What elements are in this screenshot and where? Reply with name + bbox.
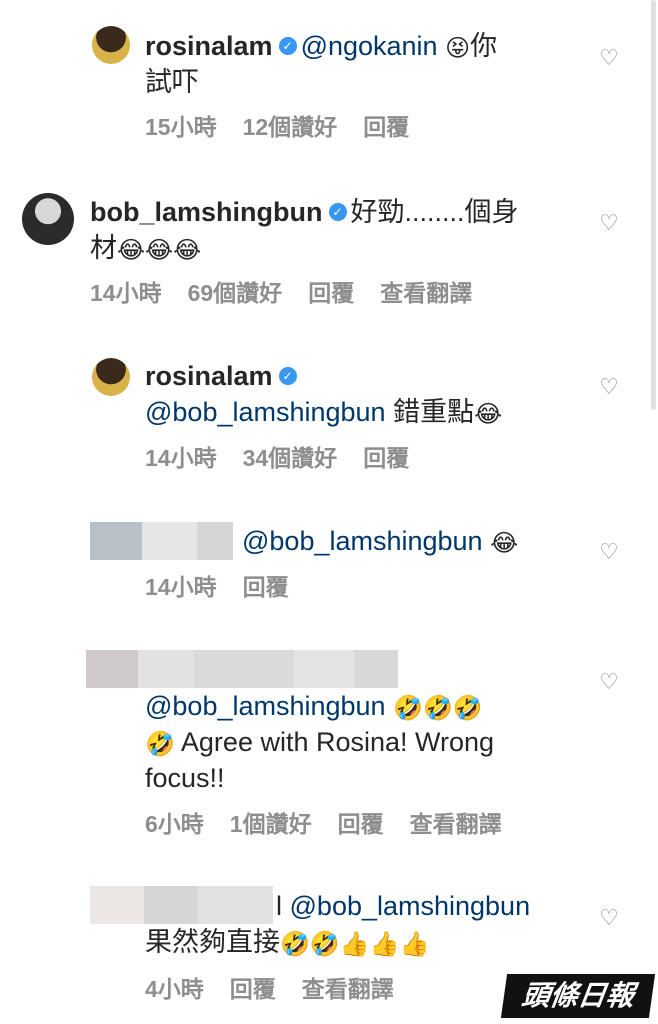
timestamp: 14小時 <box>145 574 217 600</box>
comment-line-2: 材😂😂😂 <box>90 230 201 268</box>
mention-link[interactable]: @bob_lamshingbun <box>290 891 531 921</box>
comment-line-2: 🤣 Agree with Rosina! Wrong <box>145 724 494 762</box>
verified-badge-icon: ✓ <box>328 202 347 221</box>
username[interactable]: rosinalam <box>145 31 273 61</box>
emoji: 🤣 <box>145 729 175 758</box>
comment-text: 材 <box>90 233 117 263</box>
comment-text: 你 <box>470 31 498 61</box>
emoji: 😂😂😂 <box>117 235 202 264</box>
comment-text: Agree with Rosina! Wrong <box>180 727 495 757</box>
see-translation-button[interactable]: 查看翻譯 <box>302 976 394 1002</box>
comment-meta: 14小時 34個讚好 回覆 <box>145 443 435 473</box>
emoji: 🤣🤣👍👍👍 <box>280 929 430 958</box>
reply-button[interactable]: 回覆 <box>363 445 409 471</box>
reply-button[interactable]: 回覆 <box>338 811 384 837</box>
reply-button[interactable]: 回覆 <box>308 280 354 306</box>
emoji: 😂 <box>490 528 519 557</box>
username-suffix: l <box>276 891 282 921</box>
mention-link[interactable]: @ngokanin <box>301 31 438 61</box>
comment-line-2: 試吓 <box>145 67 199 97</box>
emoji: 😂 <box>474 399 503 428</box>
reply-button[interactable]: 回覆 <box>230 976 276 1002</box>
like-heart-icon[interactable]: ♡ <box>596 670 622 696</box>
like-heart-icon[interactable]: ♡ <box>596 211 622 237</box>
mention-link[interactable]: @bob_lamshingbun <box>145 691 386 721</box>
watermark-logo: 頭條日報 <box>500 974 656 1018</box>
likes-count[interactable]: 12個讚好 <box>243 114 338 140</box>
comment-meta: 14小時 69個讚好 回覆 查看翻譯 <box>90 278 498 308</box>
emoji: 🤣🤣🤣 <box>393 693 483 722</box>
avatar[interactable] <box>92 26 130 64</box>
comment-line-1: rosinalam ✓ @ngokanin 😝你 <box>145 28 497 66</box>
comment-text: 好勁........個身 <box>350 197 519 227</box>
comment-line-2: @bob_lamshingbun 錯重點😂 <box>145 394 502 432</box>
verified-badge-icon: ✓ <box>278 366 297 385</box>
comment-line-1: rosinalam ✓ <box>145 358 301 394</box>
reply-button[interactable]: 回覆 <box>243 574 289 600</box>
scrollbar[interactable] <box>651 0 656 410</box>
timestamp: 6小時 <box>145 811 204 837</box>
timestamp: 14小時 <box>145 445 217 471</box>
avatar[interactable] <box>92 358 130 396</box>
like-heart-icon[interactable]: ♡ <box>596 906 622 932</box>
emoji: 😝 <box>445 33 471 62</box>
comment-meta: 14小時 回覆 <box>145 572 315 602</box>
comment-text: 錯重點 <box>393 397 475 427</box>
timestamp: 15小時 <box>145 114 217 140</box>
comment-line-3: focus!! <box>145 763 225 793</box>
timestamp: 14小時 <box>90 280 162 306</box>
blurred-username <box>86 650 398 688</box>
blurred-username <box>90 886 273 924</box>
see-translation-button[interactable]: 查看翻譯 <box>410 811 502 837</box>
comment-line-1: bob_lamshingbun ✓ 好勁........個身 <box>90 194 519 230</box>
mention-link[interactable]: @bob_lamshingbun <box>242 526 483 556</box>
like-heart-icon[interactable]: ♡ <box>596 46 622 72</box>
likes-count[interactable]: 69個讚好 <box>188 280 283 306</box>
comment-line-2: 果然夠直接🤣🤣👍👍👍 <box>145 924 429 962</box>
timestamp: 4小時 <box>145 976 204 1002</box>
username[interactable]: rosinalam <box>145 361 273 391</box>
reply-button[interactable]: 回覆 <box>363 114 409 140</box>
like-heart-icon[interactable]: ♡ <box>596 540 622 566</box>
blurred-username <box>90 522 233 560</box>
comment-line-1: @bob_lamshingbun 🤣🤣🤣 <box>145 688 483 726</box>
comment-text: 果然夠直接 <box>145 927 280 957</box>
see-translation-button[interactable]: 查看翻譯 <box>380 280 472 306</box>
comment-line-1: l @bob_lamshingbun <box>276 888 530 924</box>
like-heart-icon[interactable]: ♡ <box>596 375 622 401</box>
likes-count[interactable]: 1個讚好 <box>230 811 312 837</box>
mention-link[interactable]: @bob_lamshingbun <box>145 397 386 427</box>
comment-line-1: @bob_lamshingbun 😂 <box>242 523 518 561</box>
comment-meta: 15小時 12個讚好 回覆 <box>145 112 435 142</box>
verified-badge-icon: ✓ <box>278 36 297 55</box>
comment-meta: 4小時 回覆 查看翻譯 <box>145 974 420 1004</box>
avatar[interactable] <box>22 193 74 245</box>
comment-meta: 6小時 1個讚好 回覆 查看翻譯 <box>145 809 528 839</box>
likes-count[interactable]: 34個讚好 <box>243 445 338 471</box>
username[interactable]: bob_lamshingbun <box>90 197 323 227</box>
